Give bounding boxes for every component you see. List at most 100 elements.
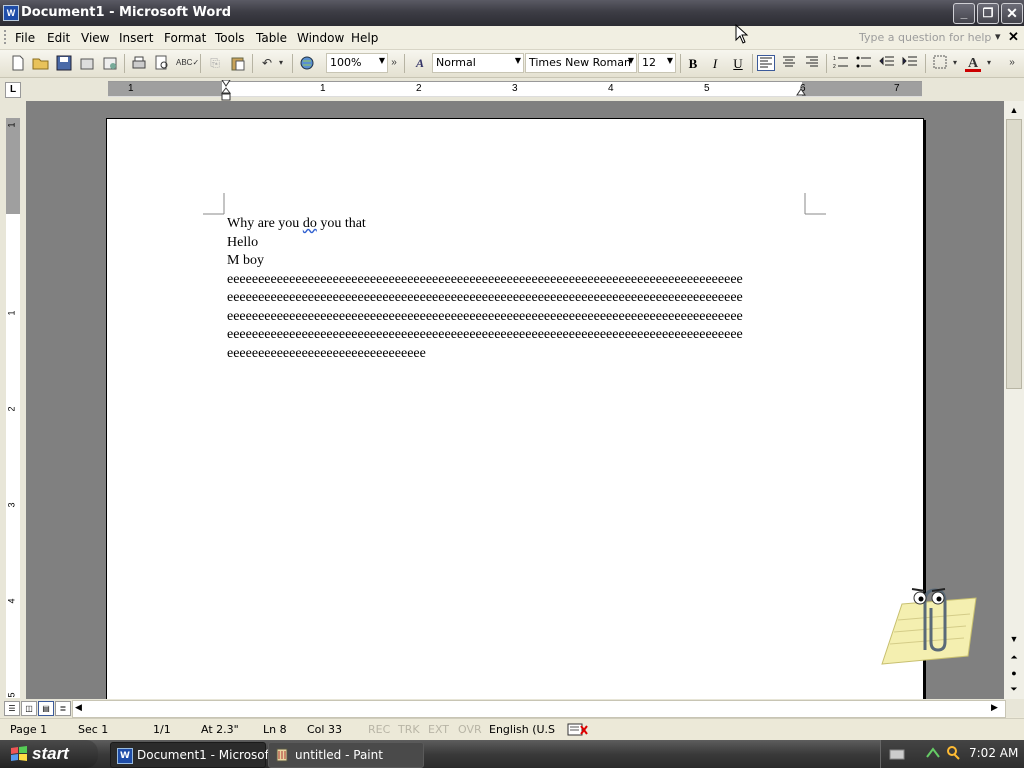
decrease-indent-icon[interactable] bbox=[878, 55, 896, 71]
close-document-button[interactable]: ✕ bbox=[1008, 29, 1019, 45]
chevron-down-icon[interactable]: ▼ bbox=[379, 56, 385, 65]
chevron-down-icon[interactable]: ▼ bbox=[667, 56, 673, 65]
status-trk[interactable]: TRK bbox=[398, 723, 420, 736]
document-page[interactable]: Why are you do you that Hello M boy eeeeeee… bbox=[106, 118, 924, 699]
align-center-icon[interactable] bbox=[780, 55, 798, 71]
status-page-count: 1/1 bbox=[153, 723, 171, 736]
print-layout-view-icon[interactable]: ▤ bbox=[38, 701, 54, 716]
copy-icon[interactable]: ⎘ bbox=[206, 55, 224, 71]
status-ext[interactable]: EXT bbox=[428, 723, 449, 736]
status-rec[interactable]: REC bbox=[368, 723, 390, 736]
new-document-icon[interactable] bbox=[9, 55, 27, 71]
chevron-down-icon[interactable]: ▾ bbox=[984, 55, 994, 71]
zoom-select[interactable]: 100% ▼ bbox=[326, 53, 388, 73]
scroll-down-icon[interactable]: ▼ bbox=[1006, 632, 1022, 647]
keyboard-icon[interactable] bbox=[889, 747, 905, 761]
doc-line: M boy bbox=[227, 253, 264, 268]
status-ovr[interactable]: OVR bbox=[458, 723, 482, 736]
scroll-up-icon[interactable]: ▲ bbox=[1006, 103, 1022, 118]
print-preview-icon[interactable] bbox=[153, 55, 171, 71]
chevron-down-icon[interactable]: ▾ bbox=[276, 55, 286, 71]
menu-file[interactable]: File bbox=[15, 31, 35, 45]
taskbar-item-paint[interactable]: untitled - Paint bbox=[268, 742, 424, 768]
print-icon[interactable] bbox=[130, 55, 148, 71]
align-right-icon[interactable] bbox=[803, 55, 821, 71]
menu-edit[interactable]: Edit bbox=[47, 31, 70, 45]
vruler-number: 4 bbox=[6, 598, 17, 604]
title-bar[interactable]: W Document1 - Microsoft Word _ ❐ ✕ bbox=[0, 0, 1024, 26]
ruler-area: L 1 1 2 3 4 5 6 7 bbox=[0, 78, 1024, 101]
permission-icon[interactable] bbox=[78, 55, 96, 71]
italic-button[interactable]: I bbox=[706, 55, 724, 72]
menu-insert[interactable]: Insert bbox=[119, 31, 153, 45]
align-left-icon[interactable] bbox=[757, 55, 775, 71]
bullets-icon[interactable] bbox=[855, 55, 873, 71]
taskbar-item-word[interactable]: W Document1 - Microsof... bbox=[110, 742, 279, 768]
spelling-grammar-icon[interactable]: ABC✓ bbox=[176, 55, 199, 71]
ask-question-box[interactable]: Type a question for help ▾ bbox=[855, 29, 1005, 46]
chevron-down-icon[interactable]: ▼ bbox=[515, 56, 521, 65]
vertical-scrollbar[interactable]: ▲ ▼ ⏶ ● ⏷ bbox=[1004, 101, 1024, 699]
word-app-icon[interactable]: W bbox=[3, 5, 19, 21]
word-icon: W bbox=[117, 748, 133, 764]
menu-format[interactable]: Format bbox=[164, 31, 206, 45]
bold-button[interactable]: B bbox=[684, 55, 702, 72]
web-layout-view-icon[interactable]: ◫ bbox=[21, 701, 37, 716]
menu-view[interactable]: View bbox=[81, 31, 109, 45]
network-icon[interactable] bbox=[925, 745, 941, 761]
close-button[interactable]: ✕ bbox=[1001, 3, 1023, 24]
borders-icon[interactable] bbox=[931, 55, 949, 71]
office-assistant-clippy-icon[interactable] bbox=[880, 580, 980, 674]
indent-marker-icon[interactable] bbox=[220, 79, 232, 101]
underline-button[interactable]: U bbox=[729, 55, 747, 72]
style-select[interactable]: Normal ▼ bbox=[432, 53, 524, 73]
menu-tools[interactable]: Tools bbox=[215, 31, 245, 45]
normal-view-icon[interactable]: ☰ bbox=[4, 701, 20, 716]
start-label: start bbox=[32, 744, 69, 763]
previous-page-icon[interactable]: ⏶ bbox=[1006, 650, 1022, 665]
font-color-icon[interactable]: A bbox=[964, 55, 982, 72]
paste-icon[interactable] bbox=[229, 55, 247, 71]
right-indent-marker-icon[interactable] bbox=[796, 88, 806, 98]
chevron-down-icon[interactable]: ▼ bbox=[628, 56, 634, 65]
horizontal-scrollbar[interactable]: ◀ ▶ bbox=[72, 700, 1006, 718]
style-value: Normal bbox=[436, 56, 476, 69]
menu-help[interactable]: Help bbox=[351, 31, 378, 45]
numbering-icon[interactable]: 12 bbox=[832, 55, 850, 71]
scroll-left-icon[interactable]: ◀ bbox=[75, 702, 82, 713]
save-icon[interactable] bbox=[55, 55, 73, 71]
open-folder-icon[interactable] bbox=[32, 55, 50, 71]
menu-table[interactable]: Table bbox=[256, 31, 287, 45]
horizontal-ruler[interactable]: 1 1 2 3 4 5 6 7 bbox=[108, 79, 922, 101]
vertical-scroll-thumb[interactable] bbox=[1006, 119, 1022, 389]
grammar-error-word[interactable]: do bbox=[303, 216, 317, 231]
font-size-select[interactable]: 12 ▼ bbox=[638, 53, 676, 73]
start-button[interactable]: start bbox=[0, 740, 98, 768]
undo-icon[interactable]: ↶ bbox=[258, 55, 276, 71]
minimize-button[interactable]: _ bbox=[953, 3, 975, 24]
increase-indent-icon[interactable] bbox=[901, 55, 919, 71]
search-icon[interactable] bbox=[945, 745, 961, 761]
menu-grip[interactable] bbox=[4, 30, 9, 44]
doc-text-run: you that bbox=[316, 216, 366, 231]
menu-window[interactable]: Window bbox=[297, 31, 344, 45]
chevron-down-icon[interactable]: ▾ bbox=[950, 55, 960, 71]
email-icon[interactable] bbox=[101, 55, 119, 71]
toolbar-options-icon[interactable]: » bbox=[388, 55, 400, 71]
chevron-down-icon[interactable]: ▾ bbox=[995, 30, 1001, 43]
restore-button[interactable]: ❐ bbox=[977, 3, 999, 24]
select-browse-object-icon[interactable]: ● bbox=[1006, 666, 1022, 681]
next-page-icon[interactable]: ⏷ bbox=[1006, 682, 1022, 697]
toolbar-options-icon[interactable]: » bbox=[1006, 55, 1018, 71]
spelling-status-icon[interactable] bbox=[567, 723, 589, 737]
clock[interactable]: 7:02 AM bbox=[969, 746, 1018, 760]
font-select[interactable]: Times New Roman ▼ bbox=[525, 53, 637, 73]
styles-formatting-icon[interactable]: A bbox=[411, 55, 429, 71]
vertical-ruler[interactable]: 1 1 2 3 4 5 bbox=[6, 118, 20, 698]
outline-view-icon[interactable]: ≣ bbox=[55, 701, 71, 716]
separator bbox=[292, 54, 293, 73]
document-body[interactable]: Why are you do you that Hello M boy eeeeeee… bbox=[227, 215, 807, 363]
scroll-right-icon[interactable]: ▶ bbox=[991, 702, 998, 713]
web-globe-icon[interactable] bbox=[298, 55, 316, 71]
tab-selector-icon[interactable]: L bbox=[5, 82, 21, 98]
